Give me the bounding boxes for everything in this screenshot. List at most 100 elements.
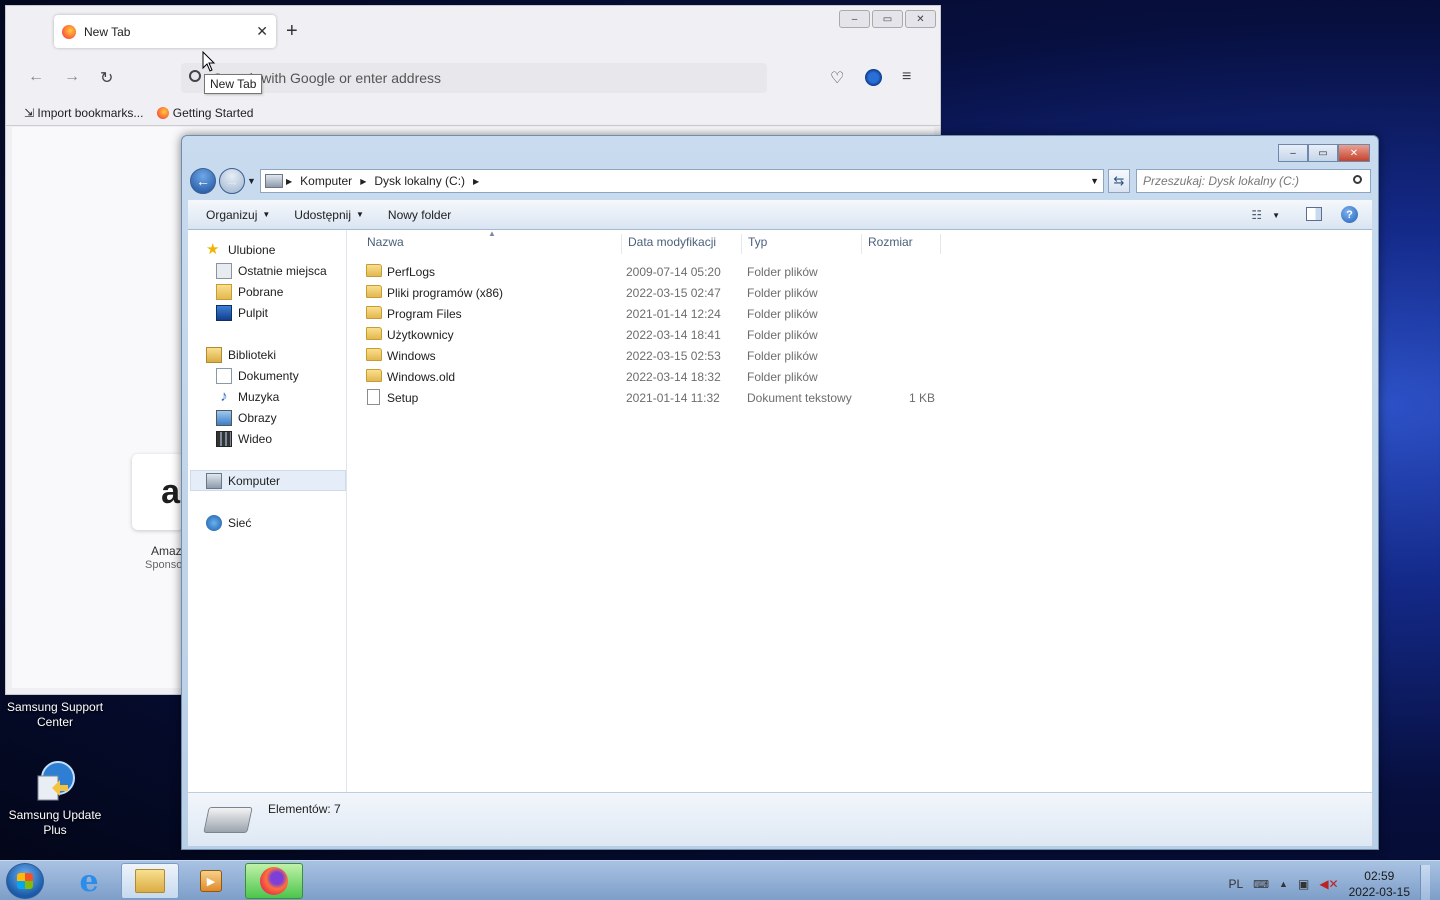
file-row[interactable]: Program Files 2021-01-14 12:24 Folder plik… bbox=[364, 304, 944, 324]
nav-libraries[interactable]: Biblioteki bbox=[206, 346, 276, 364]
taskbar: e ▶ PL ⌨ ▲ ▣ ◀✕ 02:59 2022-03-15 bbox=[0, 860, 1440, 900]
maximize-button[interactable]: ▭ bbox=[872, 10, 903, 28]
reload-icon[interactable]: ↻ bbox=[100, 68, 113, 88]
explorer-window: – ▭ ✕ ← → ▼ ▶ Komputer ▶ Dysk lokalny (C… bbox=[181, 135, 1379, 850]
start-button[interactable] bbox=[6, 863, 44, 899]
breadcrumb-item[interactable]: Komputer bbox=[295, 174, 357, 188]
breadcrumb-item[interactable]: Dysk lokalny (C:) bbox=[369, 174, 470, 188]
nav-recent[interactable]: Ostatnie miejsca bbox=[216, 262, 327, 280]
music-icon: ♪ bbox=[220, 388, 228, 405]
explorer-body: ★ Ulubione Ostatnie miejsca Pobrane Pulpi… bbox=[188, 229, 1372, 792]
firefox-window-controls: – ▭ ✕ bbox=[839, 10, 936, 28]
show-desktop-button[interactable] bbox=[1420, 865, 1430, 900]
new-tab-button[interactable]: + bbox=[286, 20, 298, 43]
file-type: Folder plików bbox=[747, 286, 818, 300]
tab-title: New Tab bbox=[84, 24, 131, 39]
desktop-icon-label: Samsung Update Plus bbox=[8, 808, 102, 837]
nav-downloads[interactable]: Pobrane bbox=[216, 283, 283, 301]
column-separator[interactable] bbox=[861, 234, 862, 254]
amazon-tile[interactable]: a bbox=[132, 454, 184, 530]
share-button[interactable]: Udostępnij ▼ bbox=[282, 208, 376, 222]
file-row[interactable]: Setup 2021-01-14 11:32 Dokument tekstowy 1 … bbox=[364, 388, 944, 408]
volume-muted-icon[interactable]: ◀✕ bbox=[1319, 877, 1338, 891]
file-row[interactable]: PerfLogs 2009-07-14 05:20 Folder plików bbox=[364, 262, 944, 282]
forward-button[interactable]: → bbox=[219, 168, 245, 194]
minimize-button[interactable]: – bbox=[1278, 144, 1308, 162]
close-button[interactable]: ✕ bbox=[1338, 144, 1370, 162]
column-separator[interactable] bbox=[621, 234, 622, 254]
clock[interactable]: 02:59 2022-03-15 bbox=[1349, 868, 1410, 900]
column-separator[interactable] bbox=[940, 234, 941, 254]
desktop-icon-label: Samsung Support Center bbox=[6, 700, 104, 729]
firefox-icon bbox=[62, 24, 76, 39]
column-header-date[interactable]: Data modyfikacji bbox=[628, 235, 716, 249]
pocket-icon[interactable]: ♡ bbox=[830, 68, 844, 88]
folder-icon bbox=[366, 306, 382, 319]
nav-network[interactable]: Sieć bbox=[206, 514, 251, 532]
desktop-icon-samsung-support[interactable]: Samsung Support Center bbox=[4, 700, 106, 730]
folder-icon bbox=[366, 369, 382, 382]
organize-button[interactable]: Organizuj ▼ bbox=[194, 208, 282, 222]
chevron-right-icon[interactable]: ▶ bbox=[283, 177, 295, 186]
system-tray: PL ⌨ ▲ ▣ ◀✕ 02:59 2022-03-15 bbox=[1228, 865, 1430, 900]
search-icon[interactable] bbox=[1353, 175, 1362, 184]
folder-icon bbox=[366, 264, 382, 277]
preview-pane-icon[interactable] bbox=[1306, 207, 1322, 221]
nav-pictures[interactable]: Obrazy bbox=[216, 409, 277, 427]
bookmark-import[interactable]: ⇲ Import bookmarks... bbox=[24, 106, 143, 120]
nav-documents[interactable]: Dokumenty bbox=[216, 367, 299, 385]
firefox-tab[interactable]: New Tab ✕ bbox=[54, 15, 276, 48]
recent-pages-dropdown[interactable]: ▼ bbox=[247, 176, 256, 186]
computer-icon bbox=[265, 174, 283, 188]
url-bar[interactable]: Search with Google or enter address bbox=[181, 63, 767, 93]
column-header-name[interactable]: Nazwa bbox=[367, 235, 404, 249]
file-row[interactable]: Pliki programów (x86) 2022-03-15 02:47 Fol… bbox=[364, 283, 944, 303]
nav-videos[interactable]: Wideo bbox=[216, 430, 272, 448]
nav-music[interactable]: ♪ Muzyka bbox=[216, 388, 279, 406]
menu-icon[interactable]: ≡ bbox=[902, 68, 911, 86]
column-separator[interactable] bbox=[741, 234, 742, 254]
search-input[interactable]: Przeszukaj: Dysk lokalny (C:) bbox=[1136, 169, 1371, 193]
network-icon[interactable]: ▣ bbox=[1298, 877, 1309, 891]
back-button[interactable]: ← bbox=[190, 168, 216, 194]
help-icon[interactable]: ? bbox=[1341, 206, 1358, 223]
breadcrumb[interactable]: ▶ Komputer ▶ Dysk lokalny (C:) ▶ ▼ bbox=[260, 169, 1104, 193]
chevron-right-icon[interactable]: ▶ bbox=[357, 177, 369, 186]
maximize-button[interactable]: ▭ bbox=[1308, 144, 1338, 162]
back-icon[interactable]: ← bbox=[28, 68, 44, 86]
account-icon[interactable] bbox=[865, 69, 882, 86]
search-icon bbox=[189, 70, 201, 82]
nav-favorites[interactable]: ★ Ulubione bbox=[206, 241, 275, 259]
chevron-down-icon[interactable]: ▼ bbox=[1090, 176, 1099, 186]
keyboard-icon[interactable]: ⌨ bbox=[1253, 878, 1269, 891]
minimize-button[interactable]: – bbox=[839, 10, 870, 28]
refresh-button[interactable]: ⇆ bbox=[1108, 169, 1130, 193]
new-folder-button[interactable]: Nowy folder bbox=[376, 208, 463, 222]
view-icon[interactable]: ☷ bbox=[1251, 208, 1262, 222]
file-row[interactable]: Użytkownicy 2022-03-14 18:41 Folder plików bbox=[364, 325, 944, 345]
file-list: Nazwa ▲ Data modyfikacji Typ Rozmiar Per… bbox=[348, 229, 1372, 792]
bookmark-getting-started[interactable]: Getting Started bbox=[157, 106, 253, 120]
file-row[interactable]: Windows 2022-03-15 02:53 Folder plików bbox=[364, 346, 944, 366]
forward-icon[interactable]: → bbox=[64, 68, 80, 86]
taskbar-internet-explorer[interactable]: e bbox=[60, 863, 118, 899]
taskbar-explorer[interactable] bbox=[121, 863, 179, 899]
nav-desktop[interactable]: Pulpit bbox=[216, 304, 268, 322]
chevron-down-icon[interactable]: ▼ bbox=[1272, 211, 1280, 220]
taskbar-firefox[interactable] bbox=[245, 863, 303, 899]
chevron-right-icon[interactable]: ▶ bbox=[470, 177, 482, 186]
desktop-icon-samsung-update[interactable]: Samsung Update Plus bbox=[4, 758, 106, 838]
column-header-type[interactable]: Typ bbox=[748, 235, 767, 249]
downloads-icon bbox=[216, 284, 232, 300]
close-tab-icon[interactable]: ✕ bbox=[256, 23, 268, 40]
nav-computer[interactable]: Komputer bbox=[190, 470, 346, 491]
language-indicator[interactable]: PL bbox=[1228, 877, 1243, 891]
file-row[interactable]: Windows.old 2022-03-14 18:32 Folder plików bbox=[364, 367, 944, 387]
show-hidden-icons-icon[interactable]: ▲ bbox=[1279, 879, 1288, 889]
close-button[interactable]: ✕ bbox=[905, 10, 936, 28]
column-header-size[interactable]: Rozmiar bbox=[868, 235, 913, 249]
view-options[interactable]: ☷ ▼ bbox=[1251, 208, 1280, 222]
file-date: 2022-03-14 18:41 bbox=[626, 328, 721, 342]
taskbar-media-player[interactable]: ▶ bbox=[182, 863, 240, 899]
mouse-cursor-icon bbox=[202, 51, 216, 72]
